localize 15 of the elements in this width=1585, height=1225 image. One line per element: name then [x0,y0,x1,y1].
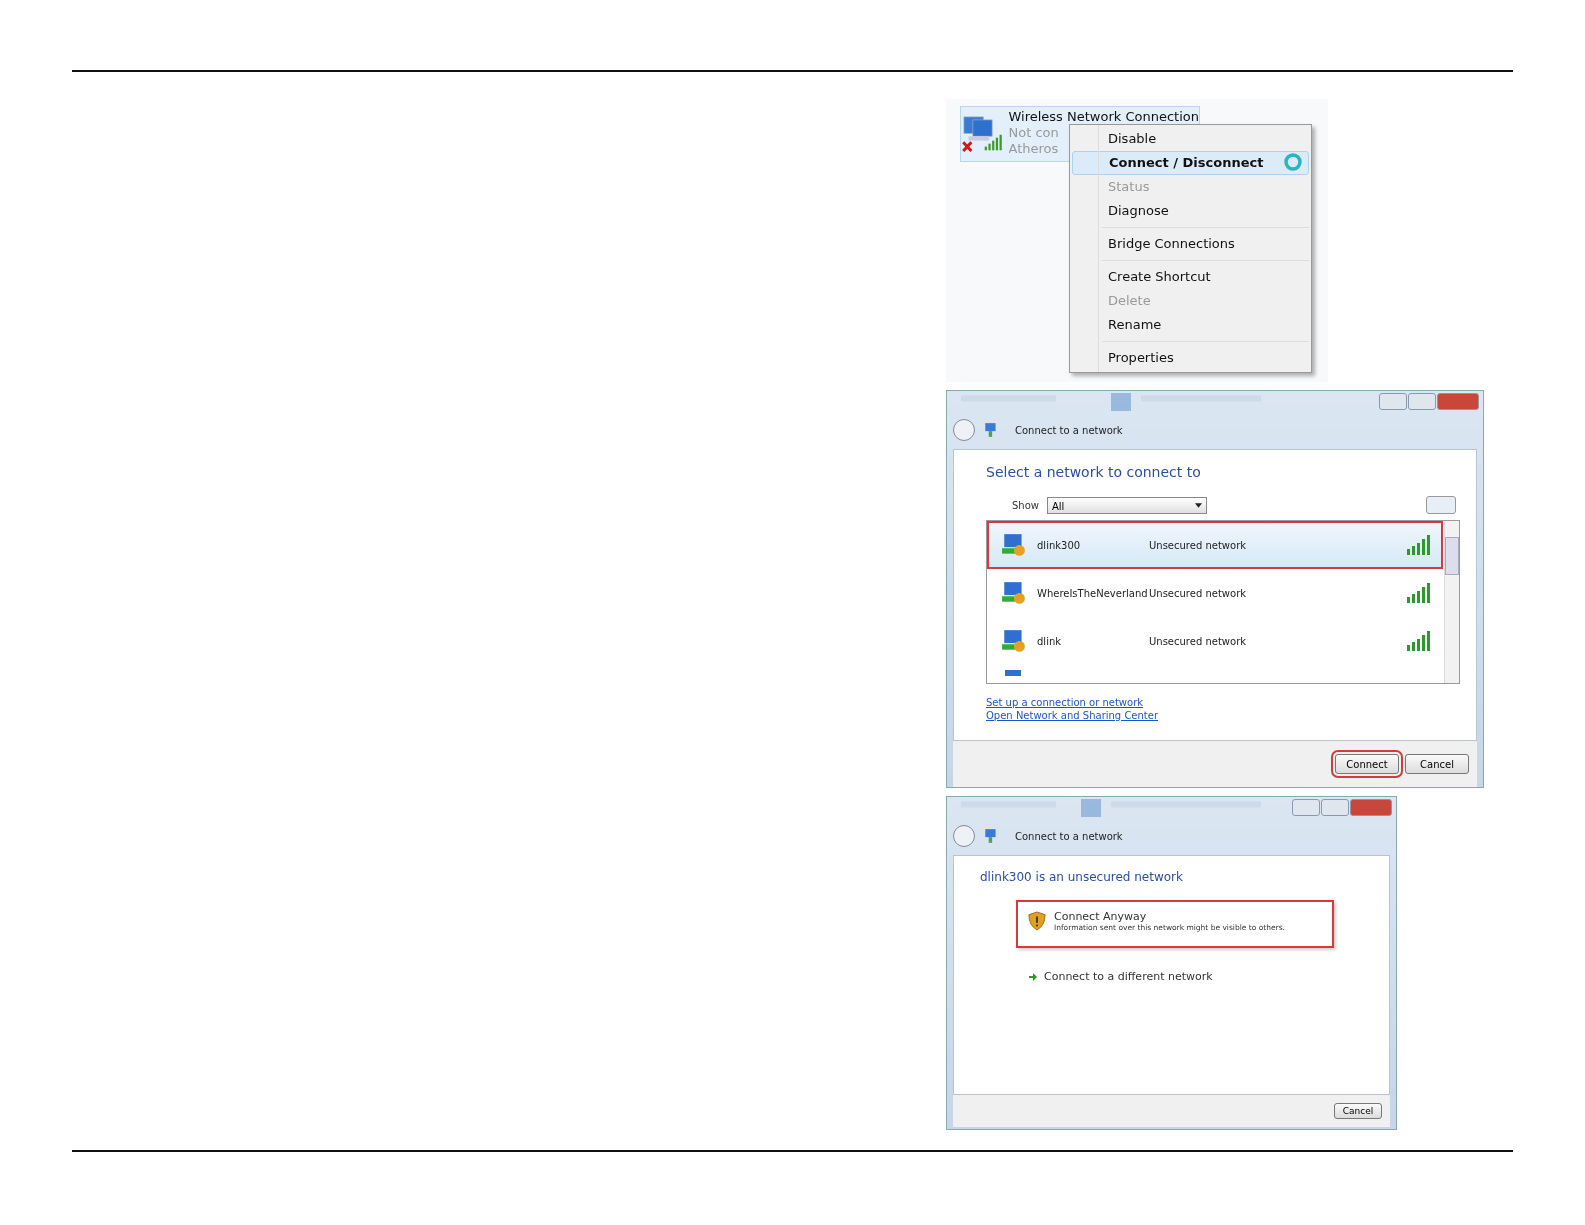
security-type: Unsecured network [1149,539,1247,551]
network-name: dlink [1037,635,1063,647]
dialog-title: Connect to a network [1015,830,1123,842]
connection-status: Not con [1008,125,1060,141]
security-type: Unsecured network [1149,635,1247,647]
dialog-title: Connect to a network [1015,424,1123,436]
dialog-heading: dlink300 is an unsecured network [980,870,1184,884]
connection-name: Wireless Network Connection [1008,109,1199,125]
network-name: dlink300 [1037,539,1082,551]
dialog-heading: Select a network to connect to [986,464,1202,480]
adapter-name: Atheros [1008,141,1060,157]
show-label: Show [1012,499,1039,511]
network-name: WhereIsTheNeverland [1037,587,1149,599]
security-type: Unsecured network [1149,587,1247,599]
option-title: Connect Anyway [1054,910,1148,923]
